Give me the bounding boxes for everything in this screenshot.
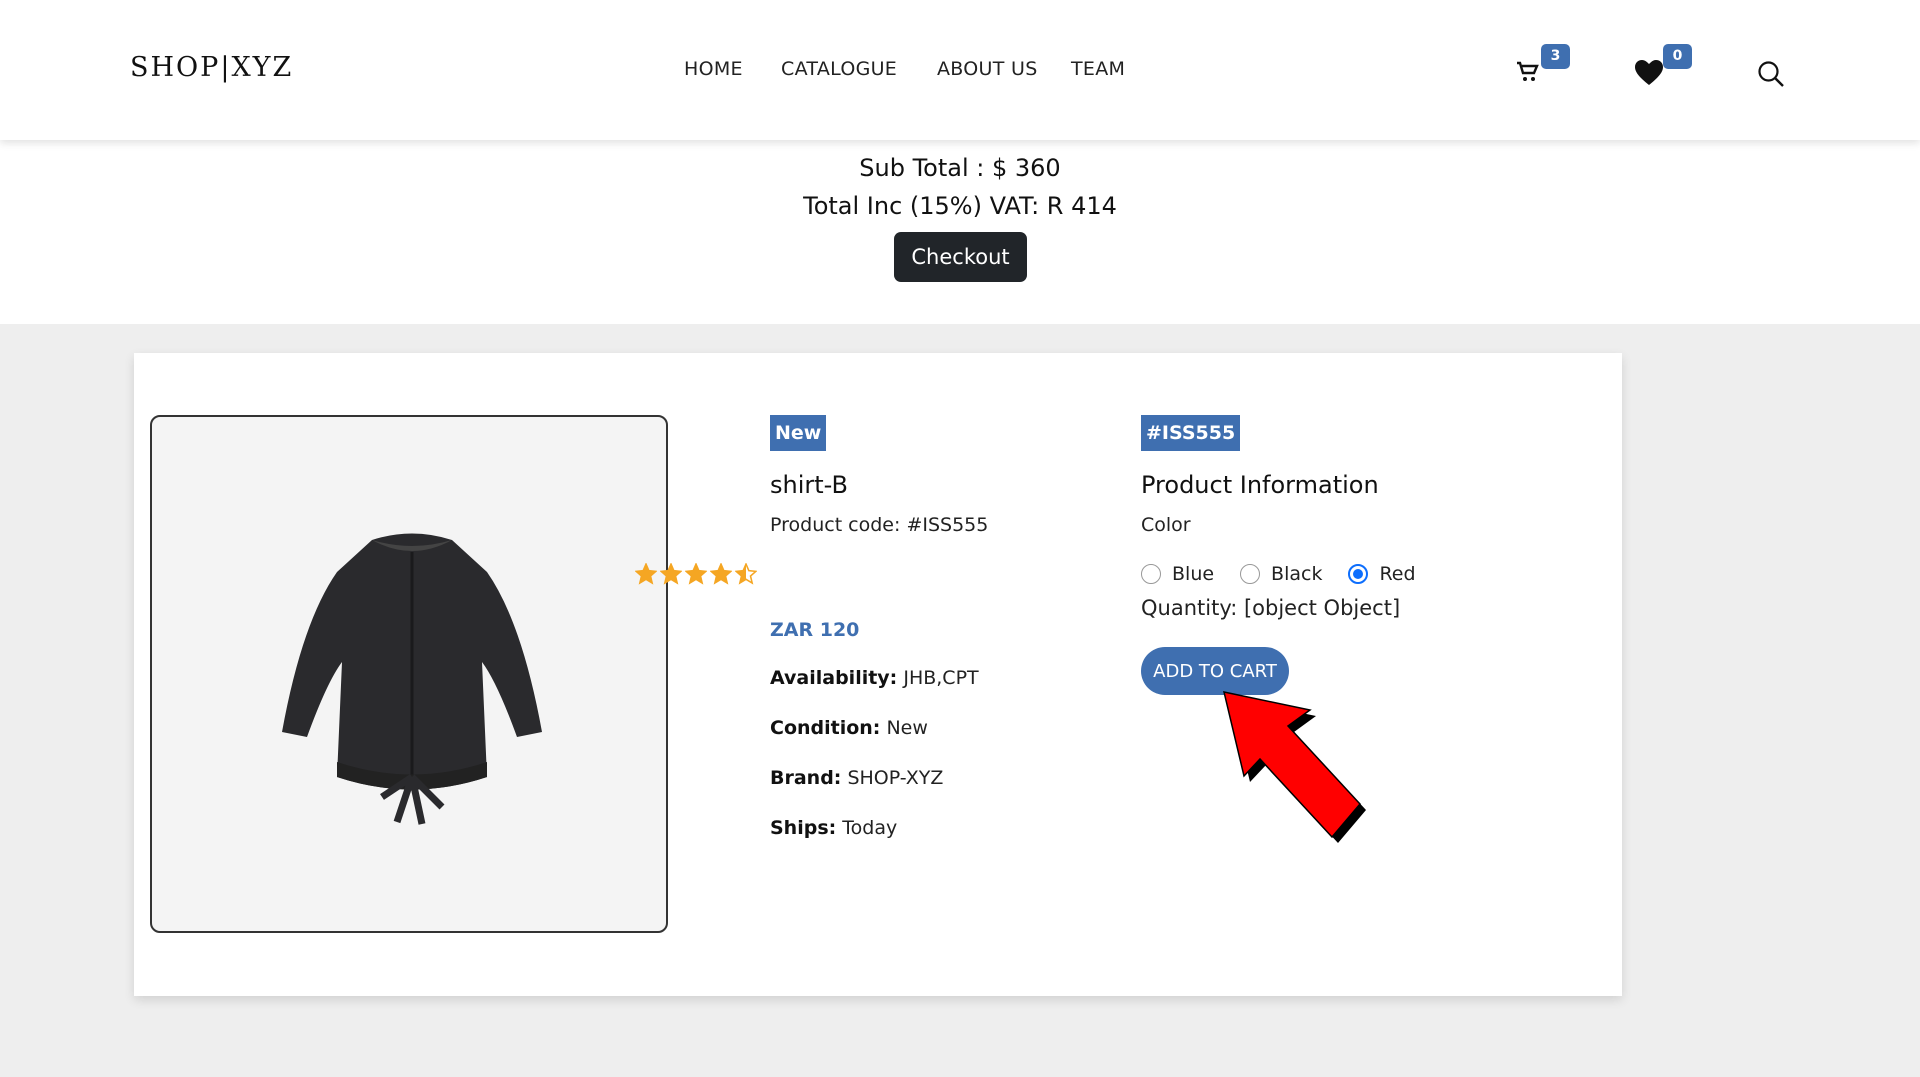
star-icon (710, 563, 732, 585)
condition-row: Condition: New (770, 717, 928, 739)
ships-row: Ships: Today (770, 817, 897, 839)
star-icon (735, 563, 757, 585)
color-option-blue[interactable]: Blue (1141, 563, 1214, 585)
wishlist-count-badge: 0 (1663, 44, 1692, 69)
annotation-arrow-icon (1222, 691, 1366, 843)
color-option-red[interactable]: Red (1348, 563, 1416, 585)
star-icon (685, 563, 707, 585)
cart-icon (1517, 61, 1539, 81)
product-code-badge: #ISS555 (1141, 415, 1241, 451)
nav-team[interactable]: TEAM (1071, 58, 1125, 80)
radio-black[interactable] (1240, 564, 1261, 584)
radio-blue[interactable] (1141, 564, 1161, 584)
rating-stars (635, 563, 757, 585)
navbar: SHOP|XYZ HOME CATALOGUE ABOUT US TEAM 3 … (0, 0, 1920, 140)
new-badge: New (770, 415, 827, 451)
color-radio-group: Blue Black Red (1141, 563, 1442, 585)
product-code: Product code: #ISS555 (770, 514, 989, 536)
product-info-title: Product Information (1141, 471, 1379, 499)
color-label: Color (1141, 514, 1191, 536)
checkout-button[interactable]: Checkout (894, 232, 1027, 282)
black-blouse-image (282, 533, 542, 825)
color-option-label: Black (1271, 563, 1323, 585)
nav-about-us[interactable]: ABOUT US (937, 58, 1038, 80)
star-icon (660, 563, 682, 585)
product-image[interactable] (150, 415, 668, 933)
color-option-label: Red (1379, 563, 1416, 585)
quantity-text: Quantity: [object Object] (1141, 596, 1401, 620)
brand-label: Brand: (770, 767, 842, 789)
brand-logo[interactable]: SHOP|XYZ (130, 52, 293, 83)
brand-value: SHOP-XYZ (847, 767, 944, 789)
product-card: New shirt-B Product code: #ISS555 ZAR 12… (134, 353, 1622, 996)
star-icon (635, 563, 657, 585)
search-button[interactable] (1757, 60, 1785, 92)
nav-home[interactable]: HOME (684, 58, 743, 80)
color-option-label: Blue (1172, 563, 1215, 585)
radio-red[interactable] (1348, 564, 1369, 584)
condition-label: Condition: (770, 717, 881, 739)
availability-label: Availability: (770, 667, 898, 689)
ships-value: Today (842, 817, 898, 839)
color-option-black[interactable]: Black (1240, 563, 1322, 585)
availability-value: JHB,CPT (903, 667, 979, 689)
total-vat-text: Total Inc (15%) VAT: R 414 (803, 192, 1117, 220)
search-icon (1758, 61, 1784, 87)
condition-value: New (886, 717, 928, 739)
cart-button[interactable] (1516, 60, 1540, 88)
product-name: shirt-B (770, 471, 848, 499)
cart-count-badge: 3 (1541, 44, 1570, 69)
availability-row: Availability: JHB,CPT (770, 667, 979, 689)
ships-label: Ships: (770, 817, 837, 839)
product-price: ZAR 120 (770, 619, 860, 641)
wishlist-button[interactable] (1635, 60, 1663, 90)
subtotal-text: Sub Total : $ 360 (859, 154, 1061, 182)
nav-catalogue[interactable]: CATALOGUE (781, 58, 897, 80)
brand-row: Brand: SHOP-XYZ (770, 767, 943, 789)
heart-icon (1635, 60, 1663, 85)
